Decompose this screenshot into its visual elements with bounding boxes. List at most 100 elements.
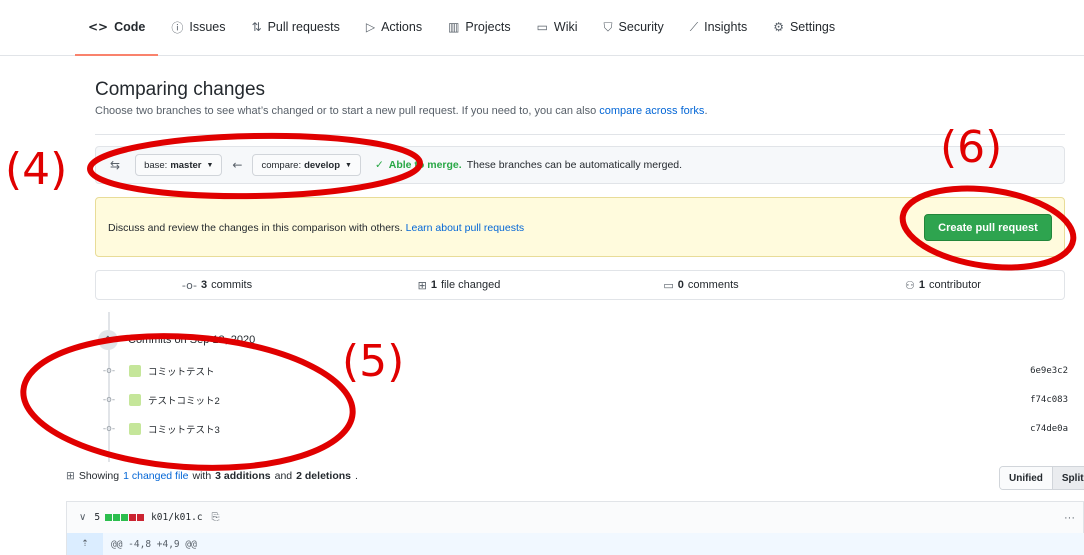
tab-pull-requests[interactable]: ⇅ Pull requests	[239, 0, 353, 56]
range-editor: ⇆ base: master ▼ ← compare: develop ▼ ✓ …	[95, 146, 1065, 184]
base-branch-select[interactable]: base: master ▼	[135, 154, 223, 176]
discuss-flash: Discuss and review the changes in this c…	[95, 197, 1065, 257]
label: contributor	[929, 279, 981, 291]
tab-issues[interactable]: ⓘ Issues	[158, 0, 238, 56]
page-description: Choose two branches to see what’s change…	[95, 105, 708, 117]
additions-count: 3 additions	[215, 470, 271, 482]
commit-node-icon: -o-	[102, 366, 116, 376]
tab-code[interactable]: <> Code	[75, 0, 159, 56]
file-change-count: 5	[94, 512, 101, 523]
files-changed-link[interactable]: ⊞ 1 file changed	[338, 271, 580, 299]
count: 1	[918, 279, 925, 291]
expand-up-icon[interactable]: ⇡	[67, 533, 103, 555]
annotation-label-6: (6)	[940, 122, 1003, 173]
more-options-button[interactable]: ···	[1064, 512, 1075, 524]
count: 3	[201, 279, 208, 291]
commit-node-icon: -o-	[102, 395, 116, 405]
caret-down-icon: ▼	[206, 161, 214, 169]
hunk-header: ⇡ @@ -4,8 +4,9 @@	[66, 533, 1084, 555]
count: 0	[677, 279, 684, 291]
annotation-label-5: (5)	[342, 336, 405, 387]
diffstat-add	[105, 514, 113, 521]
avatar[interactable]	[129, 423, 141, 435]
commit-sha-link[interactable]: c74de0a	[1030, 424, 1068, 434]
tab-insights[interactable]: ⟋ Insights	[677, 0, 761, 56]
commit-sha-link[interactable]: 6e9e3c2	[1030, 366, 1068, 376]
learn-pr-link[interactable]: Learn about pull requests	[406, 222, 525, 234]
label: commits	[211, 279, 253, 291]
unified-button[interactable]: Unified	[1000, 467, 1052, 489]
and-text: and	[274, 470, 293, 482]
compare-label: compare:	[261, 159, 302, 171]
diffstat-add	[113, 514, 121, 521]
description-text: Choose two branches to see what’s change…	[95, 105, 600, 117]
repo-push-icon: ⇡	[98, 330, 118, 350]
git-compare-icon: ⇆	[110, 158, 121, 172]
avatar[interactable]	[129, 394, 141, 406]
page-title: Comparing changes	[95, 79, 266, 100]
file-path-link[interactable]: k01/k01.c	[151, 512, 202, 523]
merge-status: ✓ Able to merge. These branches can be a…	[375, 159, 682, 171]
base-label: base:	[144, 159, 168, 171]
caret-down-icon: ▼	[345, 161, 352, 169]
flash-message: Discuss and review the changes in this c…	[108, 222, 406, 234]
shield-icon: ⛉	[603, 19, 613, 34]
repo-nav: <> Code ⓘ Issues ⇅ Pull requests ▷ Actions ▥…	[0, 0, 1084, 56]
tab-label: Security	[618, 20, 664, 34]
clipboard-icon[interactable]: ⎘	[212, 512, 220, 523]
arrow-left-icon: ←	[232, 158, 243, 172]
compare-summary: -o- 3 commits ⊞ 1 file changed ▭ 0 comments ⚇ 1…	[95, 270, 1065, 300]
avatar[interactable]	[129, 365, 141, 377]
changed-file-link[interactable]: 1 changed file	[123, 470, 188, 482]
commit-row: -o- コミットテスト3 c74de0a	[100, 420, 1068, 438]
commits-count-link[interactable]: -o- 3 commits	[96, 271, 338, 299]
commit-message-link[interactable]: コミットテスト	[148, 364, 215, 378]
label: file changed	[441, 279, 501, 291]
code-icon: <>	[88, 20, 109, 34]
pull-request-icon: ⇅	[251, 20, 262, 34]
diffstat	[105, 514, 145, 521]
period: .	[355, 470, 358, 482]
people-icon: ⚇	[905, 278, 915, 292]
diff-view-toggle: Unified Split	[999, 466, 1084, 490]
label: comments	[687, 279, 739, 291]
commit-row: -o- コミットテスト 6e9e3c2	[100, 362, 1068, 380]
chevron-down-icon[interactable]: ∨	[79, 512, 86, 523]
base-value: master	[170, 159, 202, 171]
create-pull-request-button[interactable]: Create pull request	[924, 214, 1052, 241]
compare-forks-link[interactable]: compare across forks	[599, 105, 704, 117]
play-icon: ▷	[365, 20, 376, 34]
commit-row: -o- テストコミット2 f74c083	[100, 391, 1068, 409]
book-icon: ▭	[536, 20, 548, 34]
commits-date: Commits on Sep 18, 2020	[128, 334, 256, 346]
showing-text: Showing	[78, 470, 120, 482]
flash-text: Discuss and review the changes in this c…	[108, 222, 524, 234]
tab-label: Insights	[704, 20, 748, 34]
divider	[95, 134, 1065, 135]
tab-settings[interactable]: ⚙ Settings	[760, 0, 848, 56]
deletions-count: 2 deletions	[296, 470, 351, 482]
commit-sha-link[interactable]: f74c083	[1030, 395, 1068, 405]
tab-actions[interactable]: ▷ Actions	[353, 0, 435, 56]
comments-count-link[interactable]: ▭ 0 comments	[580, 271, 822, 299]
tab-wiki[interactable]: ▭ Wiki	[524, 0, 591, 56]
tab-label: Issues	[189, 20, 226, 34]
commit-message-link[interactable]: テストコミット2	[148, 393, 220, 407]
commit-node-icon: -o-	[102, 424, 116, 434]
contributors-count-link[interactable]: ⚇ 1 contributor	[822, 271, 1064, 299]
compare-branch-select[interactable]: compare: develop ▼	[252, 154, 361, 176]
commit-message-link[interactable]: コミットテスト3	[148, 422, 220, 436]
files-summary: ⊞ Showing 1 changed file with 3 addition…	[66, 470, 358, 482]
diffstat-del	[129, 514, 137, 521]
diffstat-del	[137, 514, 145, 521]
tab-projects[interactable]: ▥ Projects	[435, 0, 524, 56]
tab-label: Wiki	[553, 20, 578, 34]
count: 1	[430, 279, 437, 291]
tab-security[interactable]: ⛉ Security	[591, 0, 677, 56]
comment-icon: ▭	[663, 278, 674, 292]
hunk-text: @@ -4,8 +4,9 @@	[111, 538, 197, 550]
check-icon: ✓	[374, 159, 384, 171]
repo-tabs: <> Code ⓘ Issues ⇅ Pull requests ▷ Actions ▥…	[75, 0, 848, 56]
split-button[interactable]: Split	[1051, 467, 1084, 489]
with-text: with	[192, 470, 212, 482]
